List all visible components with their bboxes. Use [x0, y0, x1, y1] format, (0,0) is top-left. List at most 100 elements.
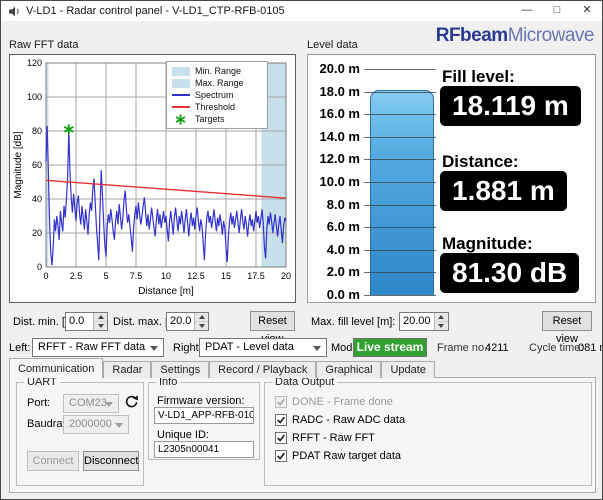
refresh-ports-icon[interactable] — [124, 394, 139, 409]
gauge-tick-label: 10.0 m — [319, 174, 360, 189]
svg-text:5: 5 — [103, 271, 108, 281]
checkbox-icon — [275, 396, 287, 408]
port-label: Port: — [27, 397, 51, 409]
tab-graphical[interactable]: Graphical — [316, 361, 382, 378]
max-fill-down[interactable] — [434, 322, 448, 330]
dist-max-up[interactable] — [195, 313, 209, 322]
app-window: V-LD1 - Radar control panel - V-LD1_CTP-… — [0, 0, 603, 500]
dist-min-down[interactable] — [94, 322, 107, 330]
dist-min-value[interactable]: 0.0 — [66, 313, 93, 330]
app-speaker-icon — [8, 5, 21, 18]
info-groupbox: Info Firmware version: V-LD1_APP-RFB-010… — [148, 376, 260, 460]
right-data-combobox[interactable]: PDAT - Level data — [199, 338, 327, 357]
fft-reset-view-button[interactable]: Reset view — [250, 311, 295, 345]
gauge-tick-label: 18.0 m — [319, 83, 360, 99]
tab-update[interactable]: Update — [381, 361, 435, 378]
gauge-tick-line — [364, 272, 436, 274]
dist-max-value[interactable]: 20.0 — [167, 313, 194, 330]
legend-label: Threshold — [195, 102, 236, 112]
max-fill-stepper[interactable]: 20.00 — [399, 312, 449, 331]
dist-min-up[interactable] — [94, 313, 107, 322]
minimize-button[interactable]: — — [512, 1, 542, 21]
fft-group-label: Raw FFT data — [9, 39, 79, 51]
chevron-down-icon — [150, 346, 158, 351]
svg-text:17.5: 17.5 — [247, 271, 265, 281]
legend-item: Threshold — [171, 101, 263, 113]
checkbox-label: DONE - Frame done — [292, 396, 393, 408]
chevron-down-icon — [115, 423, 123, 428]
legend-label: Spectrum — [195, 90, 234, 100]
legend-label: Min. Range — [195, 66, 242, 76]
svg-text:15: 15 — [221, 271, 231, 281]
connect-button: Connect — [27, 451, 79, 471]
fft-chart[interactable]: 0 20 40 60 80 100 120 0 2.5 5 7.5 10 12.5 15 17.5 20 Dis… — [9, 54, 296, 303]
unique-id-label: Unique ID: — [157, 429, 209, 441]
checkbox-icon[interactable] — [275, 432, 287, 444]
dist-max-stepper[interactable]: 20.0 — [166, 312, 210, 331]
tab-communication[interactable]: Communication — [9, 358, 104, 378]
uart-groupbox: UART Port: COM23 Baudrate: 2000000 Conne… — [16, 376, 144, 486]
gauge-tick-label: 8.0 m — [326, 196, 360, 212]
chevron-down-icon — [105, 402, 113, 407]
dist-min-stepper[interactable]: 0.0 — [65, 312, 108, 331]
tab-strip: Communication Radar Settings Record / Playb… — [9, 358, 435, 378]
left-combo-label: Left: — [9, 342, 31, 354]
gauge-fill-bar — [370, 90, 434, 295]
spectrum-line-icon — [171, 94, 190, 96]
level-reset-view-button[interactable]: Reset view — [542, 311, 592, 345]
readout-label: Distance: — [442, 152, 519, 171]
checkbox-icon[interactable] — [275, 450, 287, 462]
unique-id-field[interactable]: L2305n00041 — [154, 441, 254, 458]
readout-value-box: 1.881 m — [440, 171, 567, 211]
gauge-tick-line — [364, 91, 436, 93]
gauge-tick-label: 6.0 m — [326, 219, 360, 235]
data-output-checkbox-row[interactable]: RADC - Raw ADC data — [275, 413, 405, 427]
communication-tab-panel: UART Port: COM23 Baudrate: 2000000 Conne… — [9, 376, 596, 493]
close-button[interactable]: ✕ — [572, 1, 602, 21]
svg-text:40: 40 — [32, 194, 42, 204]
max-fill-up[interactable] — [434, 313, 448, 322]
max-fill-value[interactable]: 20.00 — [400, 313, 434, 330]
data-output-checkbox-row[interactable]: RFFT - Raw FFT — [275, 431, 375, 445]
range-swatch-icon — [171, 78, 190, 88]
legend-label: Targets — [195, 114, 225, 124]
target-marker-icon — [171, 114, 190, 125]
rfbeam-logo: RFbeamMicrowave — [435, 25, 595, 46]
tab-settings[interactable]: Settings — [151, 361, 210, 378]
chart-legend: Min. Range Max. Range Spectrum Threshold Tar… — [166, 61, 268, 129]
gauge-tick-line — [364, 182, 436, 183]
maximize-button[interactable]: □ — [542, 1, 572, 21]
left-data-combobox[interactable]: RFFT - Raw FFT data — [32, 338, 164, 357]
legend-item: Spectrum — [171, 89, 263, 101]
disconnect-button[interactable]: Disconnect — [83, 451, 139, 471]
checkbox-icon[interactable] — [275, 414, 287, 426]
gauge-tick-line — [364, 249, 436, 251]
svg-text:80: 80 — [32, 126, 42, 136]
svg-text:Magnitude [dB]: Magnitude [dB] — [13, 131, 24, 198]
readout-label: Fill level: — [442, 67, 515, 86]
svg-text:12.5: 12.5 — [187, 271, 205, 281]
data-output-checkbox-row[interactable]: PDAT Raw target data — [275, 449, 401, 463]
gauge-tick-label: 16.0 m — [319, 106, 360, 122]
range-swatch-icon — [171, 66, 190, 76]
cycle-time-value: 081 ms — [578, 342, 602, 354]
gauge-tick-line — [364, 204, 436, 206]
svg-text:20: 20 — [281, 271, 291, 281]
cycle-time-label: Cycle time: — [529, 342, 584, 354]
frame-no-value: 4211 — [485, 342, 509, 354]
data-output-checkbox-row: DONE - Frame done — [275, 395, 393, 409]
readout-label: Magnitude: — [442, 234, 533, 253]
data-output-groupbox: Data Output DONE - Frame done RADC - Raw … — [264, 376, 592, 486]
port-combobox: COM23 — [63, 394, 119, 413]
firmware-version-field[interactable]: V-LD1_APP-RFB-0105 — [154, 407, 254, 424]
frame-no-label: Frame no.: — [437, 342, 491, 354]
level-group-label: Level data — [307, 39, 358, 51]
firmware-version-label: Firmware version: — [157, 395, 245, 407]
dist-max-down[interactable] — [195, 322, 209, 330]
gauge-tick-label: 4.0 m — [326, 241, 360, 257]
tab-radar[interactable]: Radar — [103, 361, 152, 378]
svg-text:20: 20 — [32, 228, 42, 238]
tab-record-playback[interactable]: Record / Playback — [209, 361, 317, 378]
readout-value-box: 81.30 dB — [440, 253, 580, 293]
window-title: V-LD1 - Radar control panel - V-LD1_CTP-… — [26, 5, 285, 17]
